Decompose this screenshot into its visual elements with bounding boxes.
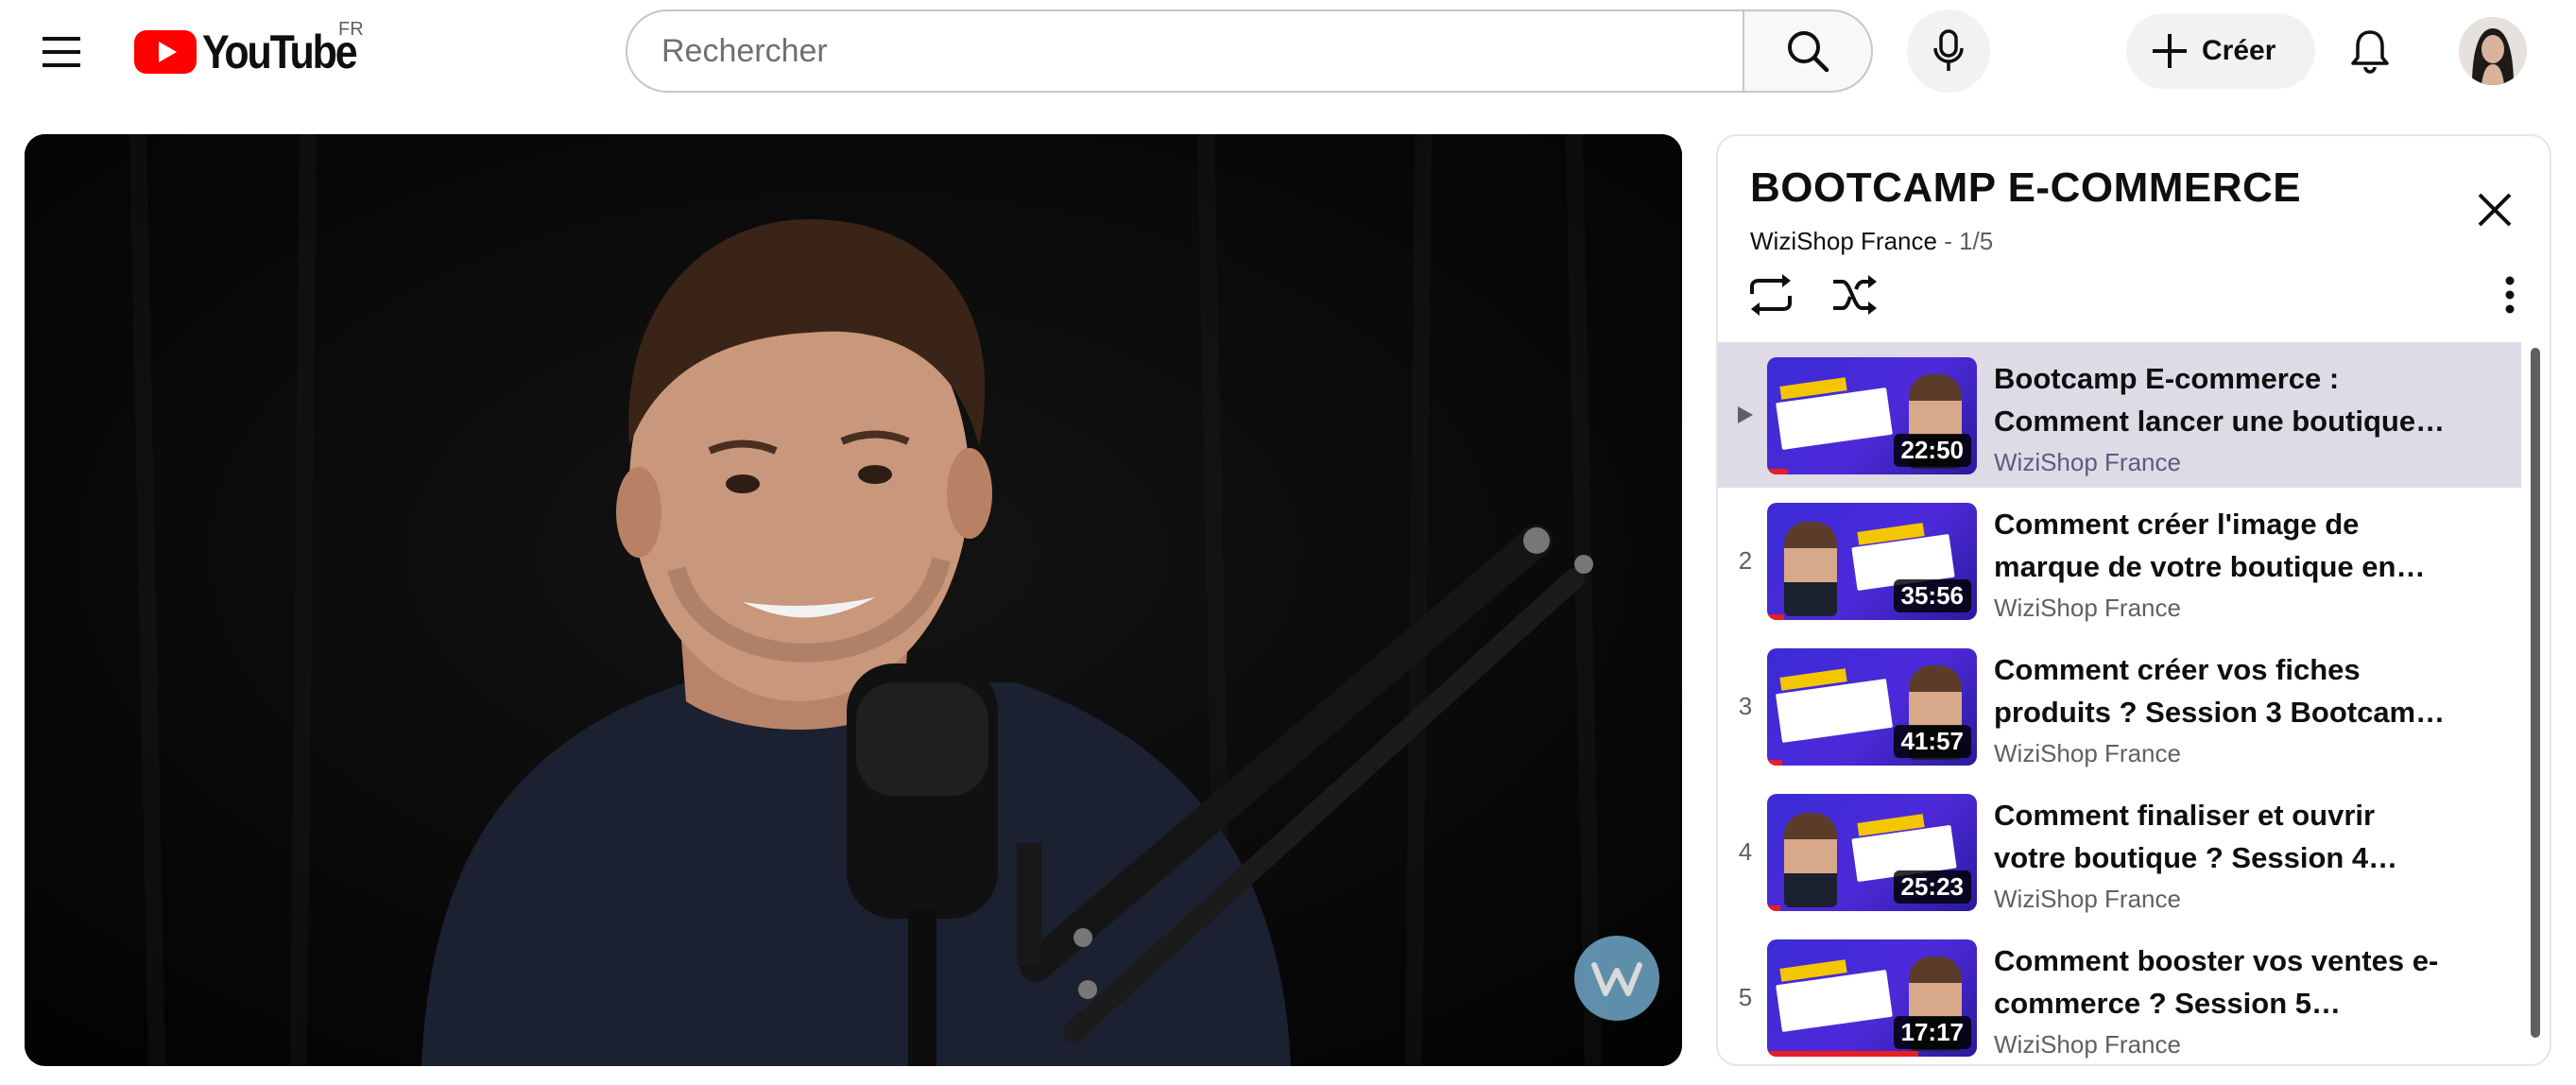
logo-wordmark: YouTube	[202, 26, 358, 78]
wizishop-watermark-icon	[1591, 962, 1642, 996]
search-box	[626, 9, 1744, 93]
video-thumbnail[interactable]: 35:56	[1767, 503, 1977, 620]
guide-menu-button[interactable]	[28, 21, 94, 83]
playlist-item[interactable]: 3 41:57 Comment créer vos fiches produit…	[1718, 633, 2521, 779]
notifications-button[interactable]	[2332, 13, 2408, 89]
loop-icon	[1750, 274, 1792, 316]
watch-progress	[1767, 905, 1780, 911]
video-channel: WiziShop France	[1994, 1030, 2181, 1059]
create-button[interactable]: Créer	[2126, 13, 2315, 89]
video-duration: 17:17	[1893, 1016, 1971, 1049]
video-title[interactable]: Comment booster vos ventes e-commerce ? …	[1994, 939, 2447, 1025]
video-channel: WiziShop France	[1994, 885, 2181, 913]
close-playlist-button[interactable]	[2468, 183, 2521, 236]
video-duration: 25:23	[1893, 870, 1971, 904]
close-icon	[2478, 193, 2512, 227]
playlist-channel[interactable]: WiziShop France	[1750, 227, 1937, 255]
plus-icon	[2153, 34, 2187, 68]
create-label: Créer	[2202, 35, 2276, 66]
video-channel: WiziShop France	[1994, 594, 2181, 622]
search-icon	[1788, 31, 1829, 73]
playlist-item[interactable]: 2 35:56 Comment créer l'image de marque …	[1718, 488, 2521, 633]
video-title[interactable]: Comment créer l'image de marque de votre…	[1994, 503, 2447, 588]
video-thumbnail[interactable]: 22:50	[1767, 357, 1977, 474]
country-code: FR	[338, 19, 364, 40]
video-duration: 22:50	[1893, 434, 1971, 467]
playlist-item[interactable]: 5 17:17 Comment booster vos ventes e-com…	[1718, 924, 2521, 1064]
masthead: YouTube FR Créer	[0, 0, 2576, 104]
video-thumbnail[interactable]: 41:57	[1767, 648, 1977, 766]
loop-playlist-button[interactable]	[1741, 265, 1801, 325]
video-thumbnail[interactable]: 17:17	[1767, 939, 1977, 1057]
item-index: 5	[1738, 982, 1753, 1011]
watch-progress	[1767, 760, 1782, 766]
item-index: 4	[1738, 836, 1753, 866]
thumbnail-presenter	[1784, 522, 1837, 616]
playlist-item[interactable]: 4 25:23 Comment finaliser et ouvrir votr…	[1718, 779, 2521, 924]
watch-progress	[1767, 469, 1788, 474]
item-index: 2	[1738, 545, 1753, 575]
search-button[interactable]	[1743, 9, 1873, 93]
video-duration: 35:56	[1893, 579, 1971, 612]
playlist-item[interactable]: 22:50 Bootcamp E-commerce : Comment lanc…	[1718, 342, 2521, 488]
microphone-icon	[1933, 29, 1964, 71]
playlist-items: 22:50 Bootcamp E-commerce : Comment lanc…	[1718, 342, 2521, 1064]
video-duration: 41:57	[1893, 725, 1971, 758]
avatar[interactable]	[2459, 17, 2527, 85]
thumbnail-presenter	[1784, 813, 1837, 907]
menu-icon	[43, 37, 80, 67]
channel-watermark[interactable]	[1574, 936, 1659, 1021]
scrollbar-thumb[interactable]	[2531, 348, 2540, 1038]
video-frame	[25, 134, 1682, 1066]
playlist-position: - 1/5	[1936, 227, 1994, 255]
shuffle-icon	[1833, 275, 1877, 315]
shuffle-playlist-button[interactable]	[1824, 265, 1884, 325]
playlist-panel: BOOTCAMP E-COMMERCE WiziShop France - 1/…	[1716, 134, 2551, 1066]
avatar-photo	[2459, 17, 2527, 85]
youtube-play-icon	[134, 30, 197, 74]
search-input[interactable]	[661, 32, 1744, 70]
playlist-more-button[interactable]	[2483, 268, 2536, 321]
watch-progress	[1767, 1051, 1918, 1057]
item-index: 3	[1738, 691, 1753, 720]
playlist-subtitle: WiziShop France - 1/5	[1750, 227, 1993, 256]
video-title[interactable]: Bootcamp E-commerce : Comment lancer une…	[1994, 357, 2447, 442]
video-title[interactable]: Comment créer vos fiches produits ? Sess…	[1994, 648, 2447, 733]
video-channel: WiziShop France	[1994, 448, 2181, 476]
more-vert-icon	[2505, 276, 2515, 314]
watch-progress	[1767, 614, 1784, 620]
now-playing-indicator	[1731, 342, 1760, 488]
playlist-title[interactable]: BOOTCAMP E-COMMERCE	[1750, 164, 2301, 212]
video-thumbnail[interactable]: 25:23	[1767, 794, 1977, 911]
bell-icon	[2351, 30, 2389, 74]
play-indicator-icon	[1738, 406, 1753, 423]
playlist-scrollbar[interactable]	[2529, 348, 2542, 1038]
voice-search-button[interactable]	[1907, 9, 1990, 93]
video-channel: WiziShop France	[1994, 739, 2181, 767]
video-player[interactable]	[25, 134, 1682, 1066]
video-title[interactable]: Comment finaliser et ouvrir votre boutiq…	[1994, 794, 2447, 879]
